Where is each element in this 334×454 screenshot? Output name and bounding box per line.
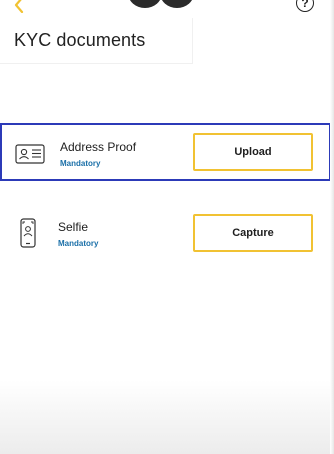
upload-button[interactable]: Upload (193, 133, 313, 171)
back-button[interactable] (12, 0, 26, 14)
document-label: Address Proof (60, 140, 137, 154)
document-label: Selfie (58, 220, 89, 234)
document-row-selfie[interactable]: Selfie Mandatory Capture (0, 206, 334, 264)
document-row-address-proof[interactable]: Address Proof Mandatory Upload (0, 123, 331, 181)
capture-button[interactable]: Capture (193, 214, 313, 252)
page-title: KYC documents (14, 30, 146, 50)
bottom-area (0, 380, 334, 454)
camera-cutout (160, 0, 194, 8)
page-title-box: KYC documents (0, 18, 193, 64)
camera-cutout (128, 0, 162, 8)
id-card-icon (15, 144, 45, 164)
top-bar: ? (0, 0, 334, 16)
edge-shadow (330, 0, 334, 454)
help-button[interactable]: ? (296, 0, 314, 12)
kyc-screen: ? KYC documents Address Proof Mandatory … (0, 0, 334, 454)
chevron-left-icon (14, 0, 24, 13)
phone-selfie-icon (20, 218, 36, 248)
document-status: Mandatory (60, 159, 101, 168)
document-info: Selfie Mandatory (58, 220, 98, 248)
question-circle-icon: ? (301, 0, 309, 10)
document-info: Address Proof Mandatory (60, 140, 136, 168)
document-status: Mandatory (58, 239, 99, 248)
